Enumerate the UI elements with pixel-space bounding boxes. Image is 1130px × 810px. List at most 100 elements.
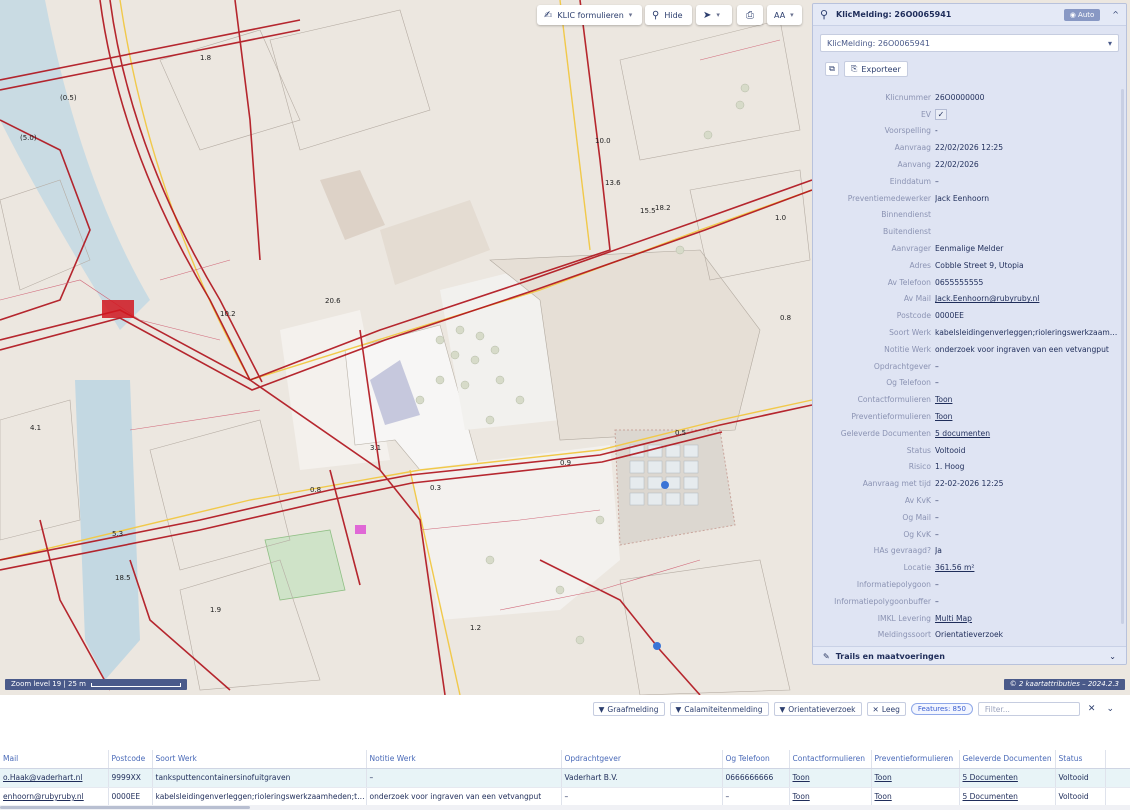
chevron-down-icon: ▾ bbox=[1107, 38, 1112, 48]
table-cell[interactable]: enhoorn@rubyruby.nl bbox=[0, 787, 109, 807]
field-list: Klicnummer 26O0000000 EV ✓ Voorspelling - Aanv… bbox=[813, 89, 1126, 643]
table-cell: kabelsleidingenverleggen;rioleringswerkz… bbox=[152, 787, 367, 807]
table-cell[interactable]: 5 Documenten bbox=[959, 768, 1056, 788]
field-label: Buitendienst bbox=[883, 227, 931, 237]
klic-formulieren-label: KLIC formulieren bbox=[557, 10, 624, 20]
field-link[interactable]: Multi Map bbox=[935, 614, 1120, 623]
field-label: Og KvK bbox=[903, 529, 931, 539]
field-label: Informatiepolygoon bbox=[856, 580, 931, 589]
field-value: onderzoek voor ingraven van een vetvangp… bbox=[935, 344, 1109, 354]
table-cell: Voltooid bbox=[1055, 787, 1106, 807]
field-label: Av Telefoon bbox=[887, 277, 931, 287]
column-header[interactable] bbox=[1105, 750, 1130, 769]
field-link[interactable]: Toon bbox=[935, 395, 1120, 404]
column-header[interactable]: Og Telefoon bbox=[722, 750, 790, 769]
panel-title: KlicMelding: 26O0065941 bbox=[836, 10, 952, 19]
map-attribution[interactable]: © 2 kaartattributies – 2024.2.3 bbox=[1003, 679, 1125, 690]
melding-select[interactable]: KlicMelding: 26O0065941 ▾ bbox=[820, 34, 1119, 52]
orientatieverzoek-label: Orientatieverzoek bbox=[788, 704, 856, 714]
column-header[interactable]: Soort Werk bbox=[152, 750, 367, 769]
field-value: – bbox=[935, 378, 939, 388]
field-label: Aanvrager bbox=[891, 244, 931, 254]
export-icon: ⎘ bbox=[851, 64, 858, 73]
scrollbar-thumb[interactable] bbox=[0, 806, 250, 809]
field-value: Cobble Street 9, Utopia bbox=[935, 260, 1024, 270]
clear-filter-button[interactable]: ✕ Leeg bbox=[866, 702, 906, 716]
svg-text:13.6: 13.6 bbox=[605, 179, 621, 187]
table-cell: Voltooid bbox=[1055, 768, 1106, 788]
filter-icon: ▼ bbox=[779, 704, 786, 714]
svg-text:10.2: 10.2 bbox=[220, 310, 236, 318]
print-button[interactable]: ⎙ bbox=[737, 5, 763, 25]
close-icon[interactable]: ✕ bbox=[1085, 704, 1099, 714]
chevron-down-icon: ⌄ bbox=[1109, 652, 1116, 661]
field-label: EV bbox=[921, 109, 931, 119]
table-row[interactable]: o.Haak@vaderhart.nl 9999XX tanksputtencont… bbox=[0, 768, 1130, 788]
person-icon: ⚲ bbox=[652, 9, 660, 21]
table-cell[interactable]: o.Haak@vaderhart.nl bbox=[0, 768, 109, 788]
trails-label: Trails en maatvoeringen bbox=[835, 652, 945, 661]
column-header[interactable]: Mail bbox=[0, 750, 109, 769]
field-label: Voorspelling bbox=[884, 126, 931, 136]
field-label: Contactformulieren bbox=[857, 395, 931, 405]
chevron-down-icon[interactable]: ⌄ bbox=[1103, 704, 1117, 714]
column-header[interactable]: Status bbox=[1055, 750, 1106, 769]
field-row: Og Mail – bbox=[813, 509, 1126, 526]
table-cell[interactable]: 5 Documenten bbox=[959, 787, 1056, 807]
field-label: Status bbox=[906, 445, 931, 455]
location-pin-icon: ⚲ bbox=[820, 7, 829, 21]
field-link[interactable]: 5 documenten bbox=[935, 429, 1120, 438]
svg-text:5.3: 5.3 bbox=[112, 530, 123, 538]
field-row: Preventiemedewerker Jack Eenhoorn bbox=[813, 190, 1126, 207]
panel-header: ⚲ KlicMelding: 26O0065941 ◉ Auto ^ bbox=[813, 4, 1126, 26]
text-size-button[interactable]: AA ▾ bbox=[767, 5, 802, 25]
trails-section[interactable]: ✎ Trails en maatvoeringen ⌄ bbox=[813, 646, 1126, 664]
svg-text:1.2: 1.2 bbox=[470, 624, 481, 632]
filter-orientatieverzoek-button[interactable]: ▼ Orientatieverzoek bbox=[773, 702, 862, 716]
table-row[interactable]: enhoorn@rubyruby.nl 0000EE kabelsleidingen… bbox=[0, 787, 1130, 807]
table-cell[interactable]: Toon bbox=[789, 787, 872, 807]
svg-text:4.1: 4.1 bbox=[30, 424, 41, 432]
export-button[interactable]: ⎘ Exporteer bbox=[844, 61, 908, 77]
field-label: Aanvraag met tijd bbox=[862, 479, 931, 489]
table-cell[interactable]: Toon bbox=[871, 787, 960, 807]
auto-toggle[interactable]: ◉ Auto bbox=[1063, 8, 1101, 21]
field-link[interactable]: 361.56 m² bbox=[935, 563, 1120, 572]
panel-scrollbar[interactable] bbox=[1121, 89, 1124, 624]
field-link[interactable]: Toon bbox=[935, 412, 1120, 421]
column-header[interactable]: Notitie Werk bbox=[366, 750, 562, 769]
field-label: Aanvraag bbox=[894, 143, 931, 153]
table-cell: – bbox=[561, 787, 723, 807]
send-menu-button[interactable]: ➤ ▾ bbox=[696, 5, 732, 25]
table-cell: – bbox=[722, 787, 790, 807]
field-link[interactable]: Jack.Eenhoorn@rubyruby.nl bbox=[935, 294, 1120, 303]
field-label: IMKL Levering bbox=[877, 613, 931, 623]
field-row: Aanvraag 22/02/2026 12:25 bbox=[813, 139, 1126, 156]
table-cell[interactable]: Toon bbox=[789, 768, 872, 788]
field-row: Locatie 361.56 m² bbox=[813, 559, 1126, 576]
column-header[interactable]: Geleverde Documenten bbox=[959, 750, 1056, 769]
hide-label: Hide bbox=[664, 10, 683, 20]
filter-calamiteitenmelding-button[interactable]: ▼ Calamiteitenmelding bbox=[669, 702, 769, 716]
copy-icon[interactable]: ⧉ bbox=[825, 62, 839, 76]
field-row: Aanvang 22/02/2026 bbox=[813, 156, 1126, 173]
horizontal-scrollbar[interactable] bbox=[0, 805, 1130, 810]
column-header[interactable]: Preventieformulieren bbox=[871, 750, 960, 769]
column-header[interactable]: Contactformulieren bbox=[789, 750, 872, 769]
table-cell: Vaderhart B.V. bbox=[561, 768, 723, 788]
column-header[interactable]: Postcode bbox=[108, 750, 153, 769]
field-label: Og Mail bbox=[902, 512, 931, 522]
field-row: Preventieformulieren Toon bbox=[813, 408, 1126, 425]
svg-text:0.8: 0.8 bbox=[310, 486, 321, 494]
print-icon: ⎙ bbox=[746, 9, 754, 21]
table-cell[interactable]: Toon bbox=[871, 768, 960, 788]
text-size-label: AA bbox=[774, 10, 786, 20]
field-label: Av KvK bbox=[904, 496, 931, 506]
collapse-icon[interactable]: ^ bbox=[1112, 10, 1119, 19]
klic-formulieren-button[interactable]: ✍ KLIC formulieren ▾ bbox=[537, 5, 642, 25]
filter-input[interactable]: Filter... bbox=[977, 702, 1080, 716]
field-row: Aanvraag met tijd 22-02-2026 12:25 bbox=[813, 475, 1126, 492]
column-header[interactable]: Opdrachtgever bbox=[561, 750, 723, 769]
filter-graafmelding-button[interactable]: ▼ Graafmelding bbox=[592, 702, 665, 716]
hide-button[interactable]: ⚲ Hide bbox=[645, 5, 692, 25]
